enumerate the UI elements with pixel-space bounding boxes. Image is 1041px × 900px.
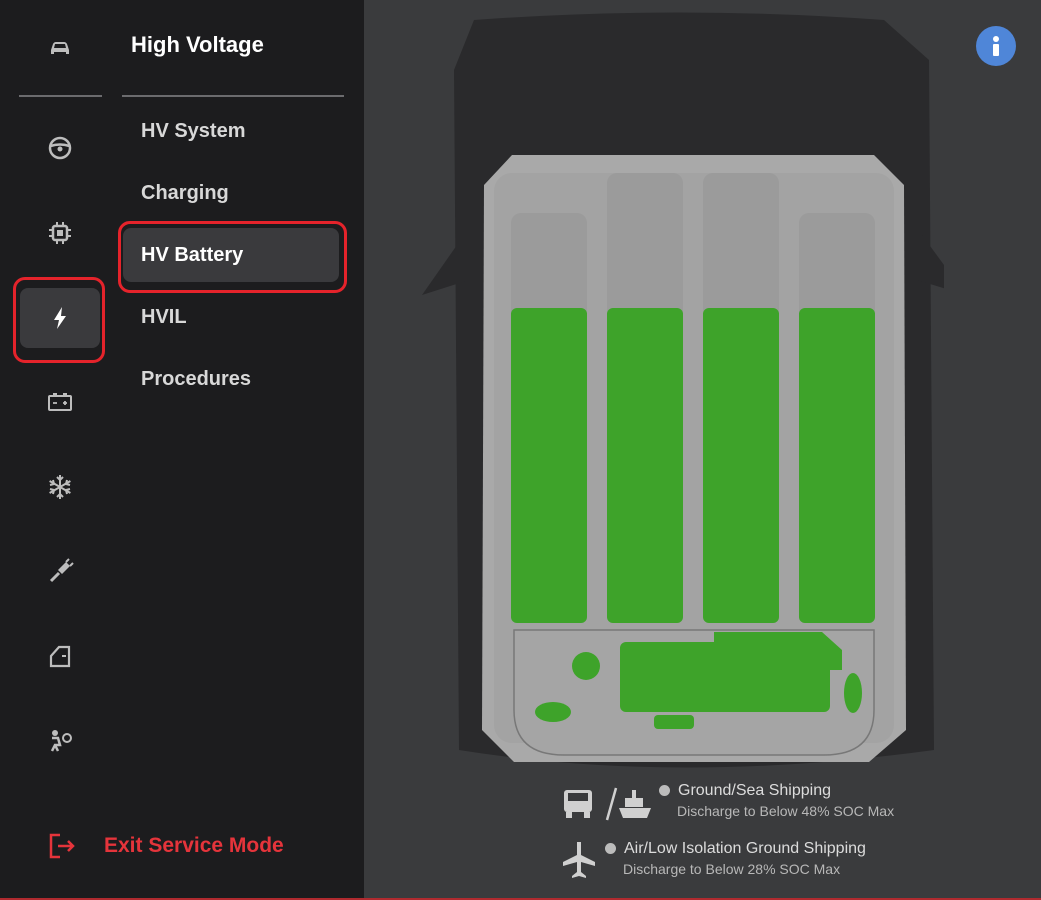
battery-icon <box>48 393 72 411</box>
air-dot <box>605 843 616 855</box>
exit-label: Exit Service Mode <box>104 834 284 857</box>
legend-air: Air/Low Isolation Ground Shipping Discha… <box>559 840 866 880</box>
menu-item-hvil[interactable]: HVIL <box>123 290 339 344</box>
info-icon <box>993 36 999 56</box>
chip-icon <box>49 222 71 244</box>
rail-highlight-box <box>13 277 105 363</box>
menu-highlight-box <box>118 221 347 293</box>
menu-item-procedures[interactable]: Procedures <box>123 352 339 406</box>
menu-divider <box>122 95 344 97</box>
ground-subtitle: Discharge to Below 48% SOC Max <box>677 803 895 819</box>
module-3-charge <box>703 308 779 623</box>
menu-item-hv-system[interactable]: HV System <box>123 104 339 158</box>
air-subtitle: Discharge to Below 28% SOC Max <box>623 861 841 877</box>
door-icon <box>49 645 71 668</box>
menu-item-charging[interactable]: Charging <box>123 166 339 220</box>
connector-right <box>844 673 862 713</box>
wrench-icon <box>49 558 74 583</box>
main-panel: Ground/Sea Shipping Discharge to Below 4… <box>364 0 1041 900</box>
category-rail <box>0 0 118 900</box>
connector-left-bottom <box>535 702 571 722</box>
module-4-charge <box>799 308 875 623</box>
module-1-charge <box>511 308 587 623</box>
rail-item-body[interactable] <box>20 626 100 686</box>
rail-item-steering[interactable] <box>20 118 100 178</box>
exit-icon <box>49 833 75 859</box>
rail-item-thermal[interactable] <box>20 457 100 517</box>
ground-dot <box>659 785 670 797</box>
snowflake-icon <box>49 475 71 499</box>
rail-divider <box>19 95 102 97</box>
ground-title: Ground/Sea Shipping <box>678 782 831 799</box>
car-icon <box>51 42 69 54</box>
airplane-icon <box>563 842 595 878</box>
module-2-charge <box>607 308 683 623</box>
rail-item-low-voltage[interactable] <box>20 372 100 432</box>
info-button[interactable] <box>976 26 1016 66</box>
subcategory-menu: High Voltage HV System Charging HV Batte… <box>118 0 364 900</box>
air-title: Air/Low Isolation Ground Shipping <box>624 840 866 857</box>
exit-service-mode-button[interactable]: Exit Service Mode <box>46 830 284 862</box>
steering-wheel-icon <box>48 136 72 160</box>
legend-ground-sea: Ground/Sea Shipping Discharge to Below 4… <box>561 782 894 824</box>
vehicle-battery-diagram <box>422 12 944 768</box>
connector-left-top <box>572 652 600 680</box>
connector-bottom <box>654 715 694 729</box>
rail-item-car[interactable] <box>20 17 100 77</box>
airbag-icon <box>50 730 72 752</box>
rail-item-chassis[interactable] <box>20 541 100 601</box>
rail-item-electronics[interactable] <box>20 203 100 263</box>
menu-title: High Voltage <box>131 32 264 57</box>
truck-ship-icon <box>564 787 651 821</box>
rail-item-safety[interactable] <box>20 710 100 770</box>
